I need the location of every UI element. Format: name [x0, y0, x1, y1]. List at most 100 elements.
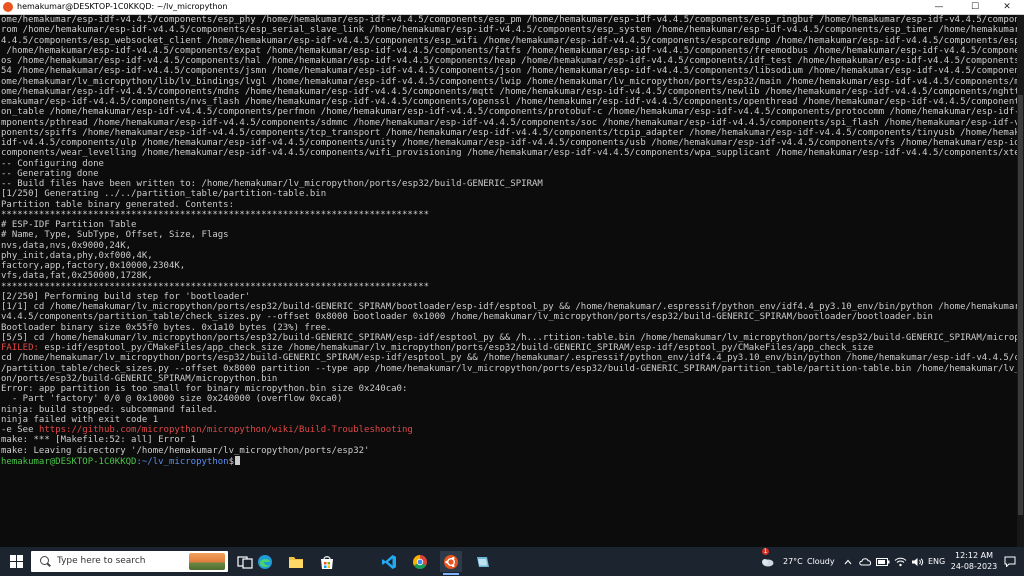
vscode-taskbar-button[interactable] [378, 551, 400, 572]
task-view-button[interactable] [234, 551, 256, 572]
terminal-line: make: *** [Makefile:52: all] Error 1 [1, 435, 197, 446]
terminal-line: Error: app partition is too small for bi… [1, 384, 408, 394]
terminal-line: emakumar/esp-idf-v4.4.5/components/nvs_f… [1, 97, 1017, 107]
search-icon [40, 556, 49, 565]
store-taskbar-button[interactable] [316, 551, 338, 572]
window-title: hemakumar@DESKTOP-1C0KKQD: ~/lv_micropyt… [17, 2, 228, 11]
close-button[interactable]: ✕ [990, 0, 1024, 14]
terminal-line: os /home/hemakumar/esp-idf-v4.4.5/compon… [1, 56, 1017, 66]
show-hidden-icons-button[interactable] [842, 551, 854, 572]
terminal-line: [1/250] Generating ../../partition_table… [1, 189, 327, 200]
troubleshooting-link[interactable]: https://github.com/micropython/micropyth… [39, 425, 413, 435]
chrome-taskbar-button[interactable] [409, 551, 431, 572]
terminal-output[interactable]: ome/hemakumar/esp-idf-v4.4.5/components/… [0, 15, 1017, 547]
notification-count-badge: 1 [762, 548, 769, 555]
search-highlight-image [189, 553, 225, 570]
failed-detail: esp-idf/esptool_py/CMakeFiles/app_check_… [38, 343, 874, 353]
file-explorer-taskbar-button[interactable] [285, 551, 307, 572]
wifi-icon [894, 557, 906, 566]
task-view-icon [237, 555, 253, 569]
windows-logo-icon [9, 555, 23, 568]
wifi-tray-button[interactable] [893, 551, 907, 572]
store-icon [321, 555, 333, 569]
terminal-line: /home/hemakumar/esp-idf-v4.4.5/component… [1, 45, 1017, 56]
scrollbar-thumb[interactable] [1018, 95, 1023, 515]
terminal-line: on_table /home/hemakumar/esp-idf-v4.4.5/… [1, 107, 1017, 118]
failed-label: FAILED: [1, 343, 39, 353]
terminal-scrollbar[interactable] [1017, 15, 1024, 547]
search-placeholder: Type here to search [57, 556, 146, 566]
terminal-line: ome/hemakumar/esp-idf-v4.4.5/components/… [1, 86, 1017, 97]
terminal-app-taskbar-button[interactable] [471, 551, 493, 572]
terminal-line: - Part 'factory' 0/0 @ 0x10000 size 0x24… [1, 394, 343, 405]
terminal-line: components/wear_levelling /home/hemakuma… [1, 148, 1017, 159]
edge-icon [258, 554, 272, 569]
terminal-line: FAILED: esp-idf/esptool_py/CMakeFiles/ap… [1, 343, 1017, 353]
terminal-line: -- Configuring done [1, 158, 104, 169]
terminal-line: v4.4.5/components/partition_table/check_… [1, 312, 933, 323]
chevron-up-icon [844, 559, 852, 564]
terminal-line: factory,app,factory,0x10000,2304K, [1, 261, 186, 271]
terminal-app-icon [477, 556, 489, 567]
terminal-line: -- Build files have been written to: /ho… [1, 179, 543, 189]
notifications-button[interactable] [1002, 551, 1018, 572]
terminal-line: mponents/pthread /home/hemakumar/esp-idf… [1, 117, 1017, 128]
taskbar-search[interactable]: Type here to search [31, 551, 228, 572]
prompt-dollar: $ [228, 456, 235, 466]
prompt-user-host: hemakumar@DESKTOP-1C0KKQD [1, 456, 137, 466]
volume-tray-button[interactable] [910, 551, 924, 572]
prompt-path: :~/lv_micropython [136, 456, 229, 466]
taskbar: Type here to search 1 27°C Cloudy ENG 12… [0, 547, 1024, 576]
terminal-line: ninja failed with exit code 1 [1, 414, 159, 425]
terminal-line: [1/1] cd /home/hemakumar/lv_micropython/… [1, 302, 1017, 312]
battery-tray-button[interactable] [876, 551, 890, 572]
vscode-icon [382, 554, 396, 569]
terminal-line: [5/5] cd /home/hemakumar/lv_micropython/… [1, 332, 1017, 343]
text-cursor [235, 455, 241, 465]
shell-prompt[interactable]: hemakumar@DESKTOP-1C0KKQD:~/lv_micropyth… [1, 455, 1017, 466]
weather-temp: 27°C [783, 557, 803, 566]
terminal-line: /partition_table/check_sizes.py --offset… [1, 363, 1017, 374]
terminal-line: phy_init,data,phy,0xf000,4K, [1, 250, 153, 261]
terminal-line: 4.4.5/components/esp_websocket_client /h… [1, 35, 1017, 46]
terminal-line: make: Leaving directory '/home/hemakumar… [1, 445, 370, 456]
active-app-indicator [443, 573, 459, 575]
clock-date[interactable]: 24-08-2023 [950, 562, 998, 571]
terminal-line: -e See https://github.com/micropython/mi… [1, 425, 1017, 435]
cloud-sync-icon [858, 558, 871, 566]
terminal-line: ****************************************… [1, 209, 430, 220]
terminal-line: ome/hemakumar/esp-idf-v4.4.5/components/… [1, 15, 1017, 25]
terminal-line: idf-v4.4.5/components/ulp /home/hemakuma… [1, 138, 1017, 148]
folder-icon [289, 556, 303, 568]
terminal-line: on/ports/esp32/build-GENERIC_SPIRAM/micr… [1, 373, 278, 384]
ubuntu-app-icon [3, 2, 13, 12]
terminal-line: cd /home/hemakumar/lv_micropython/ports/… [1, 353, 1017, 364]
terminal-line: Bootloader binary size 0x55f0 bytes. 0x1… [1, 322, 332, 333]
terminal-line: vfs,data,fat,0x250000,1728K, [1, 271, 153, 282]
terminal-line: ponents/spiffs /home/hemakumar/esp-idf-v… [1, 127, 1017, 138]
ubuntu-taskbar-button[interactable] [440, 551, 462, 572]
terminal-line: ome/hemakumar/lv_micropython/lib/lv_bind… [1, 76, 1017, 87]
battery-icon [876, 557, 890, 566]
ubuntu-icon [444, 554, 458, 569]
terminal-line: rom /home/hemakumar/esp-idf-v4.4.5/compo… [1, 25, 1017, 36]
maximize-button[interactable]: ☐ [958, 0, 992, 14]
start-button[interactable] [6, 551, 26, 572]
terminal-line: # Name, Type, SubType, Offset, Size, Fla… [1, 230, 229, 241]
cloud-icon [762, 558, 774, 566]
terminal-line: 54 /home/hemakumar/esp-idf-v4.4.5/compon… [1, 66, 1017, 77]
terminal-line: # ESP-IDF Partition Table [1, 220, 137, 230]
terminal-line: ****************************************… [1, 281, 430, 292]
input-language[interactable]: ENG [928, 557, 945, 566]
terminal-line: -- Generating done [1, 168, 99, 179]
clock-time[interactable]: 12:12 AM [955, 551, 993, 560]
weather-condition: Cloudy [807, 557, 835, 566]
onedrive-tray-button[interactable] [858, 551, 872, 572]
terminal-line: Partition table binary generated. Conten… [1, 199, 234, 210]
minimize-button[interactable]: — [922, 0, 956, 14]
window-titlebar[interactable]: hemakumar@DESKTOP-1C0KKQD: ~/lv_micropyt… [0, 0, 1024, 15]
terminal-line: nvs,data,nvs,0x9000,24K, [1, 240, 132, 251]
edge-taskbar-button[interactable] [254, 551, 276, 572]
chat-bubble-icon [1004, 556, 1016, 567]
speaker-icon [911, 557, 923, 566]
